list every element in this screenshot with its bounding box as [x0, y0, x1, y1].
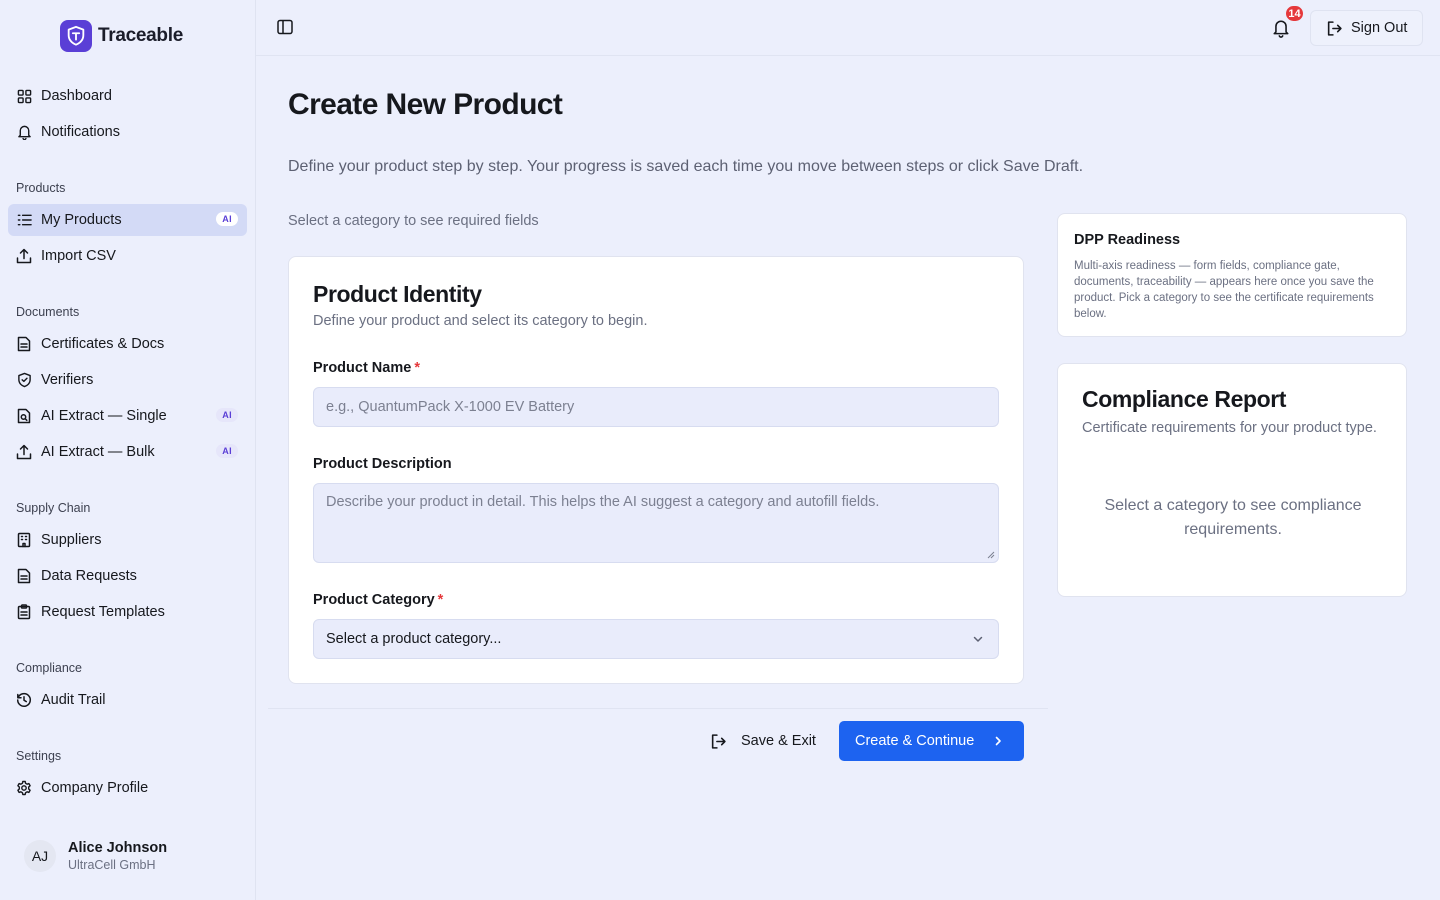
card-title: Product Identity — [313, 281, 482, 307]
sidebar-item-label: Notifications — [41, 124, 120, 140]
create-continue-button[interactable]: Create & Continue — [839, 721, 1024, 761]
avatar: AJ — [24, 840, 56, 872]
traceable-logo-icon — [60, 20, 92, 52]
sidebar-section-supply-chain: Supply Chain — [16, 501, 91, 515]
sidebar-item-label: AI Extract — Single — [41, 408, 167, 424]
sidebar-item-label: Suppliers — [41, 532, 102, 548]
required-mark: * — [414, 360, 420, 376]
app-logo[interactable]: Traceable — [60, 20, 183, 52]
sidebar-item-label: Data Requests — [41, 568, 137, 584]
sidebar-item-request-templates[interactable]: Request Templates — [8, 596, 247, 628]
exit-icon — [710, 733, 727, 750]
compliance-subtitle: Certificate requirements for your produc… — [1082, 420, 1377, 436]
sidebar-item-my-products[interactable]: My Products AI — [8, 204, 247, 236]
product-name-input[interactable]: e.g., QuantumPack X-1000 EV Battery — [313, 387, 999, 427]
sidebar-toggle-icon[interactable] — [276, 18, 296, 38]
save-exit-button[interactable]: Save & Exit — [700, 721, 826, 761]
dpp-title: DPP Readiness — [1074, 232, 1181, 248]
ai-badge: AI — [216, 212, 238, 226]
product-description-label: Product Description — [313, 456, 452, 472]
product-description-textarea[interactable]: Describe your product in detail. This he… — [313, 483, 999, 563]
sidebar-item-label: Audit Trail — [41, 692, 106, 708]
dpp-description: Multi-axis readiness — form fields, comp… — [1074, 260, 1374, 320]
sidebar-item-suppliers[interactable]: Suppliers — [8, 524, 247, 556]
sidebar-item-label: Company Profile — [41, 780, 149, 796]
product-name-placeholder: e.g., QuantumPack X-1000 EV Battery — [326, 399, 575, 415]
compliance-report-panel: Compliance Report Certificate requiremen… — [1057, 363, 1407, 597]
resize-handle-icon[interactable] — [987, 551, 995, 559]
grid-icon — [16, 88, 32, 104]
ai-badge: AI — [216, 408, 238, 422]
gear-icon — [16, 780, 32, 796]
upload-icon — [16, 248, 32, 264]
sidebar-item-dashboard[interactable]: Dashboard — [8, 80, 247, 112]
sidebar-item-import-csv[interactable]: Import CSV — [8, 240, 247, 272]
create-continue-label: Create & Continue — [855, 733, 975, 749]
compliance-empty-state: Select a category to see compliance requ… — [1104, 497, 1362, 538]
shield-check-icon — [16, 372, 32, 388]
sidebar-item-notifications[interactable]: Notifications — [8, 116, 247, 148]
product-name-label-text: Product Name — [313, 360, 412, 376]
document-icon — [16, 568, 32, 584]
building-icon — [16, 532, 32, 548]
sidebar-section-documents: Documents — [16, 305, 80, 319]
save-exit-label: Save & Exit — [741, 733, 816, 749]
file-scan-icon — [16, 408, 32, 424]
sidebar-item-ai-extract-single[interactable]: AI Extract — Single AI — [8, 400, 247, 432]
sidebar-item-label: Verifiers — [41, 372, 94, 388]
chevron-down-icon — [972, 633, 984, 645]
page-title: Create New Product — [288, 88, 563, 121]
required-mark: * — [437, 592, 444, 608]
history-icon — [16, 692, 32, 708]
product-category-label: Product Category * — [313, 592, 443, 608]
product-identity-card: Product Identity Define your product and… — [288, 256, 1024, 684]
sidebar-section-products: Products — [16, 181, 66, 195]
sidebar-item-ai-extract-bulk[interactable]: AI Extract — Bulk AI — [8, 436, 247, 468]
user-profile[interactable]: AJ Alice Johnson UltraCell GmbH — [24, 840, 167, 872]
sidebar-item-data-requests[interactable]: Data Requests — [8, 560, 247, 592]
page-description: Define your product step by step. Your p… — [288, 158, 1084, 175]
sidebar-item-label: Dashboard — [41, 88, 112, 104]
sidebar-item-company-profile[interactable]: Company Profile — [8, 772, 247, 804]
app-name: Traceable — [98, 25, 183, 46]
sidebar-item-label: Request Templates — [41, 604, 165, 620]
product-description-placeholder: Describe your product in detail. This he… — [326, 494, 880, 510]
sidebar-item-label: My Products — [41, 212, 122, 228]
notification-count-badge: 14 — [1284, 4, 1305, 23]
sign-out-label: Sign Out — [1351, 20, 1408, 36]
document-icon — [16, 336, 32, 352]
sidebar-section-settings: Settings — [16, 749, 62, 763]
sidebar-item-certificates-docs[interactable]: Certificates & Docs — [8, 328, 247, 360]
dpp-readiness-panel: DPP Readiness Multi-axis readiness — for… — [1057, 213, 1407, 337]
product-category-value: Select a product category... — [326, 631, 502, 647]
sidebar: Traceable Dashboard Notifications Produc… — [0, 0, 256, 900]
actions-divider — [268, 708, 1048, 709]
product-category-select[interactable]: Select a product category... — [313, 619, 999, 659]
user-name: Alice Johnson — [68, 840, 168, 856]
sidebar-section-compliance: Compliance — [16, 661, 83, 675]
sign-out-icon — [1326, 20, 1343, 37]
top-bar: 14 Sign Out — [256, 0, 1440, 56]
sign-out-button[interactable]: Sign Out — [1310, 10, 1423, 46]
sidebar-item-audit-trail[interactable]: Audit Trail — [8, 684, 247, 716]
sidebar-item-label: Import CSV — [41, 248, 116, 264]
product-name-label: Product Name * — [313, 360, 420, 376]
clipboard-icon — [16, 604, 32, 620]
card-subtitle: Define your product and select its categ… — [313, 313, 648, 329]
sidebar-item-label: AI Extract — Bulk — [41, 444, 155, 460]
user-company: UltraCell GmbH — [68, 858, 156, 872]
list-icon — [16, 212, 32, 228]
category-hint: Select a category to see required fields — [288, 213, 539, 229]
chevron-right-icon — [992, 735, 1004, 747]
bell-icon — [16, 124, 32, 140]
upload-icon — [16, 444, 32, 460]
compliance-title: Compliance Report — [1082, 386, 1287, 412]
ai-badge: AI — [216, 444, 238, 458]
product-category-label-text: Product Category — [313, 592, 435, 608]
sidebar-item-verifiers[interactable]: Verifiers — [8, 364, 247, 396]
sidebar-item-label: Certificates & Docs — [41, 336, 165, 352]
